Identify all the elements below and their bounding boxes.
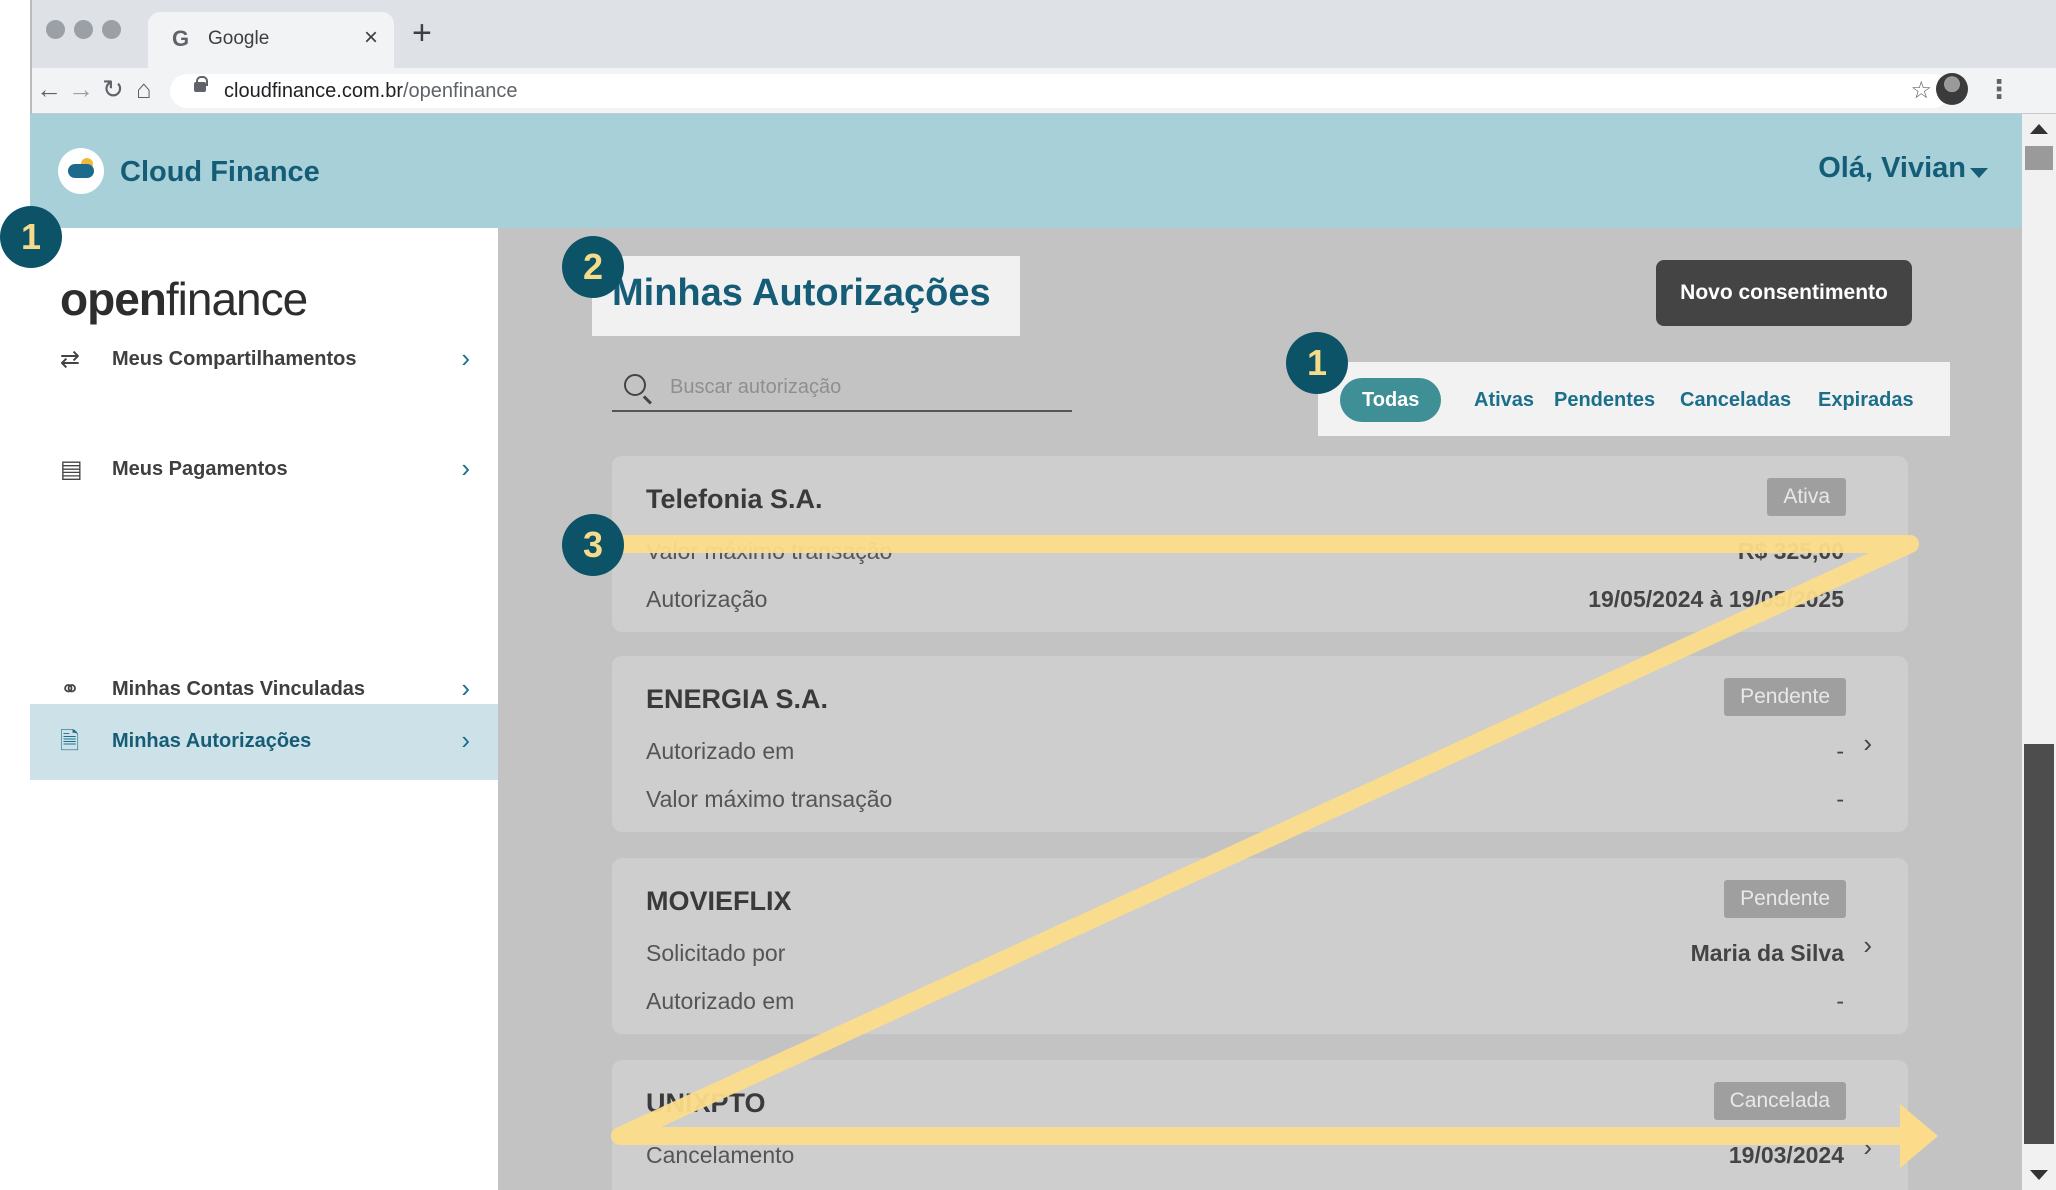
status-badge: Pendente <box>1724 678 1846 716</box>
browser-menu-icon[interactable]: ⋮ <box>1986 74 2012 105</box>
chevron-right-icon: › <box>461 725 470 755</box>
url-text: cloudfinance.com.br/openfinance <box>224 80 518 102</box>
profile-avatar[interactable] <box>1936 73 1968 105</box>
page-scrollbar[interactable] <box>2022 114 2056 1190</box>
sidebar-item-pagamentos[interactable]: ▤ Meus Pagamentos › <box>30 432 498 508</box>
sidebar-item-compartilhamentos[interactable]: ⇄ Meus Compartilhamentos › <box>30 322 498 398</box>
app-header: Cloud Finance Olá, Vivian <box>30 114 2022 228</box>
card-row-label: Autorização <box>646 586 768 612</box>
filter-expiradas[interactable]: Expiradas <box>1818 378 1914 422</box>
home-icon[interactable]: ⌂ <box>136 74 152 104</box>
payment-icon: ▤ <box>60 456 83 483</box>
sidebar-item-label: Minhas Autorizações <box>112 730 312 752</box>
tab-strip: G Google × + <box>32 0 2056 68</box>
chevron-right-icon[interactable]: › <box>1863 930 1872 961</box>
minimize-window-button[interactable] <box>74 20 93 39</box>
tab-close-icon[interactable]: × <box>364 24 378 52</box>
tab-title: Google <box>208 28 270 49</box>
filter-canceladas[interactable]: Canceladas <box>1680 378 1791 422</box>
status-badge: Pendente <box>1724 880 1846 918</box>
chevron-right-icon: › <box>461 673 470 703</box>
card-company-name: MOVIEFLIX <box>646 886 792 916</box>
card-row-label: Cancelamento <box>646 1142 795 1168</box>
cloud-finance-logo-icon[interactable] <box>58 148 104 194</box>
openfinance-logo: openfinance <box>60 273 308 325</box>
authorization-card[interactable]: UNIXPTO Cancelada Cancelamento 19/03/202… <box>612 1060 1908 1190</box>
sidebar-item-contas-vinculadas[interactable]: ⚭ Minhas Contas Vinculadas › <box>30 652 498 728</box>
card-row-value: 19/05/2024 à 19/05/2025 <box>1588 586 1844 612</box>
google-favicon-icon: G <box>172 26 190 51</box>
card-company-name: Telefonia S.A. <box>646 484 823 514</box>
cloud-finance-app: Cloud Finance Olá, Vivian openfinance ⇄ … <box>30 114 2022 1190</box>
card-row-value: Maria da Silva <box>1690 940 1844 966</box>
card-row-label: Solicitado por <box>646 940 786 966</box>
page-title: Minhas Autorizações <box>612 272 991 314</box>
card-row-value: - <box>1836 738 1844 764</box>
annotation-marker-1-sidebar: 1 <box>0 206 62 268</box>
chevron-right-icon: › <box>461 343 470 373</box>
bookmark-star-icon[interactable]: ☆ <box>1910 76 1932 105</box>
page-title-box: Minhas Autorizações <box>592 256 1020 336</box>
user-menu-caret-icon[interactable] <box>1970 168 1988 178</box>
browser-toolbar: ← → ↻ ⌂ cloudfinance.com.br/openfinance … <box>32 68 2056 114</box>
authorization-card[interactable]: ENERGIA S.A. Pendente Autorizado em - Va… <box>612 656 1908 832</box>
card-row-label: Valor máximo transação <box>646 786 893 812</box>
status-badge: Ativa <box>1767 478 1846 516</box>
reload-icon[interactable]: ↻ <box>102 74 124 104</box>
maximize-window-button[interactable] <box>102 20 121 39</box>
link-icon: ⚭ <box>60 676 81 703</box>
status-badge: Cancelada <box>1713 1082 1846 1120</box>
card-row-value: - <box>1836 786 1844 812</box>
lock-icon <box>194 76 208 92</box>
chevron-right-icon: › <box>461 453 470 483</box>
user-greeting[interactable]: Olá, Vivian <box>1818 152 1966 185</box>
annotation-marker-3-cards: 3 <box>562 514 624 576</box>
card-row-label: Autorizado em <box>646 988 795 1014</box>
authorization-card[interactable]: MOVIEFLIX Pendente Solicitado por Maria … <box>612 858 1908 1034</box>
card-row-value: - <box>1836 988 1844 1014</box>
sidebar-item-label: Meus Pagamentos <box>112 458 288 480</box>
forward-icon[interactable]: → <box>68 74 94 104</box>
search-field[interactable]: Buscar autorização <box>612 364 1072 412</box>
filter-pendentes[interactable]: Pendentes <box>1554 378 1655 422</box>
card-row-value: 19/03/2024 <box>1728 1142 1844 1168</box>
scrollbar-thumb[interactable] <box>2024 744 2054 1144</box>
status-filter-tabs: Todas Ativas Pendentes Canceladas Expira… <box>1318 362 1950 436</box>
sync-icon: ⇄ <box>60 346 81 373</box>
new-tab-button[interactable]: + <box>412 16 432 50</box>
new-consent-button[interactable]: Novo consentimento <box>1656 260 1912 326</box>
card-row-label: Autorizado em <box>646 738 795 764</box>
card-row-label: Valor máximo transação <box>646 538 893 564</box>
browser-tab[interactable]: G Google × <box>148 12 394 68</box>
sidebar-item-label: Minhas Contas Vinculadas <box>112 678 366 700</box>
sidebar: openfinance ⇄ Meus Compartilhamentos › ▤… <box>30 228 498 1190</box>
search-icon <box>624 374 646 396</box>
document-check-icon: 🗎 <box>60 728 80 755</box>
filter-todas[interactable]: Todas <box>1340 378 1442 422</box>
chevron-right-icon[interactable]: › <box>1863 1132 1872 1163</box>
search-placeholder: Buscar autorização <box>670 376 842 398</box>
authorization-card[interactable]: Telefonia S.A. Ativa Valor máximo transa… <box>612 456 1908 632</box>
scroll-down-icon[interactable] <box>2030 1170 2048 1180</box>
brand-name[interactable]: Cloud Finance <box>120 156 320 189</box>
back-icon[interactable]: ← <box>36 74 62 104</box>
main-content: Minhas Autorizações Novo consentimento B… <box>498 228 2022 1190</box>
sidebar-item-label: Meus Compartilhamentos <box>112 348 357 370</box>
filter-ativas[interactable]: Ativas <box>1474 378 1534 422</box>
annotation-marker-1-filters: 1 <box>1286 332 1348 394</box>
close-window-button[interactable] <box>46 20 65 39</box>
scroll-up-icon[interactable] <box>2030 124 2048 134</box>
card-company-name: UNIXPTO <box>646 1088 766 1118</box>
card-company-name: ENERGIA S.A. <box>646 684 829 714</box>
chevron-right-icon[interactable]: › <box>1863 728 1872 759</box>
card-row-value: R$ 325,00 <box>1737 538 1844 564</box>
address-bar[interactable]: cloudfinance.com.br/openfinance ☆ <box>170 74 1950 108</box>
scrollbar-track-mark <box>2025 146 2053 170</box>
annotation-marker-2-title: 2 <box>562 236 624 298</box>
